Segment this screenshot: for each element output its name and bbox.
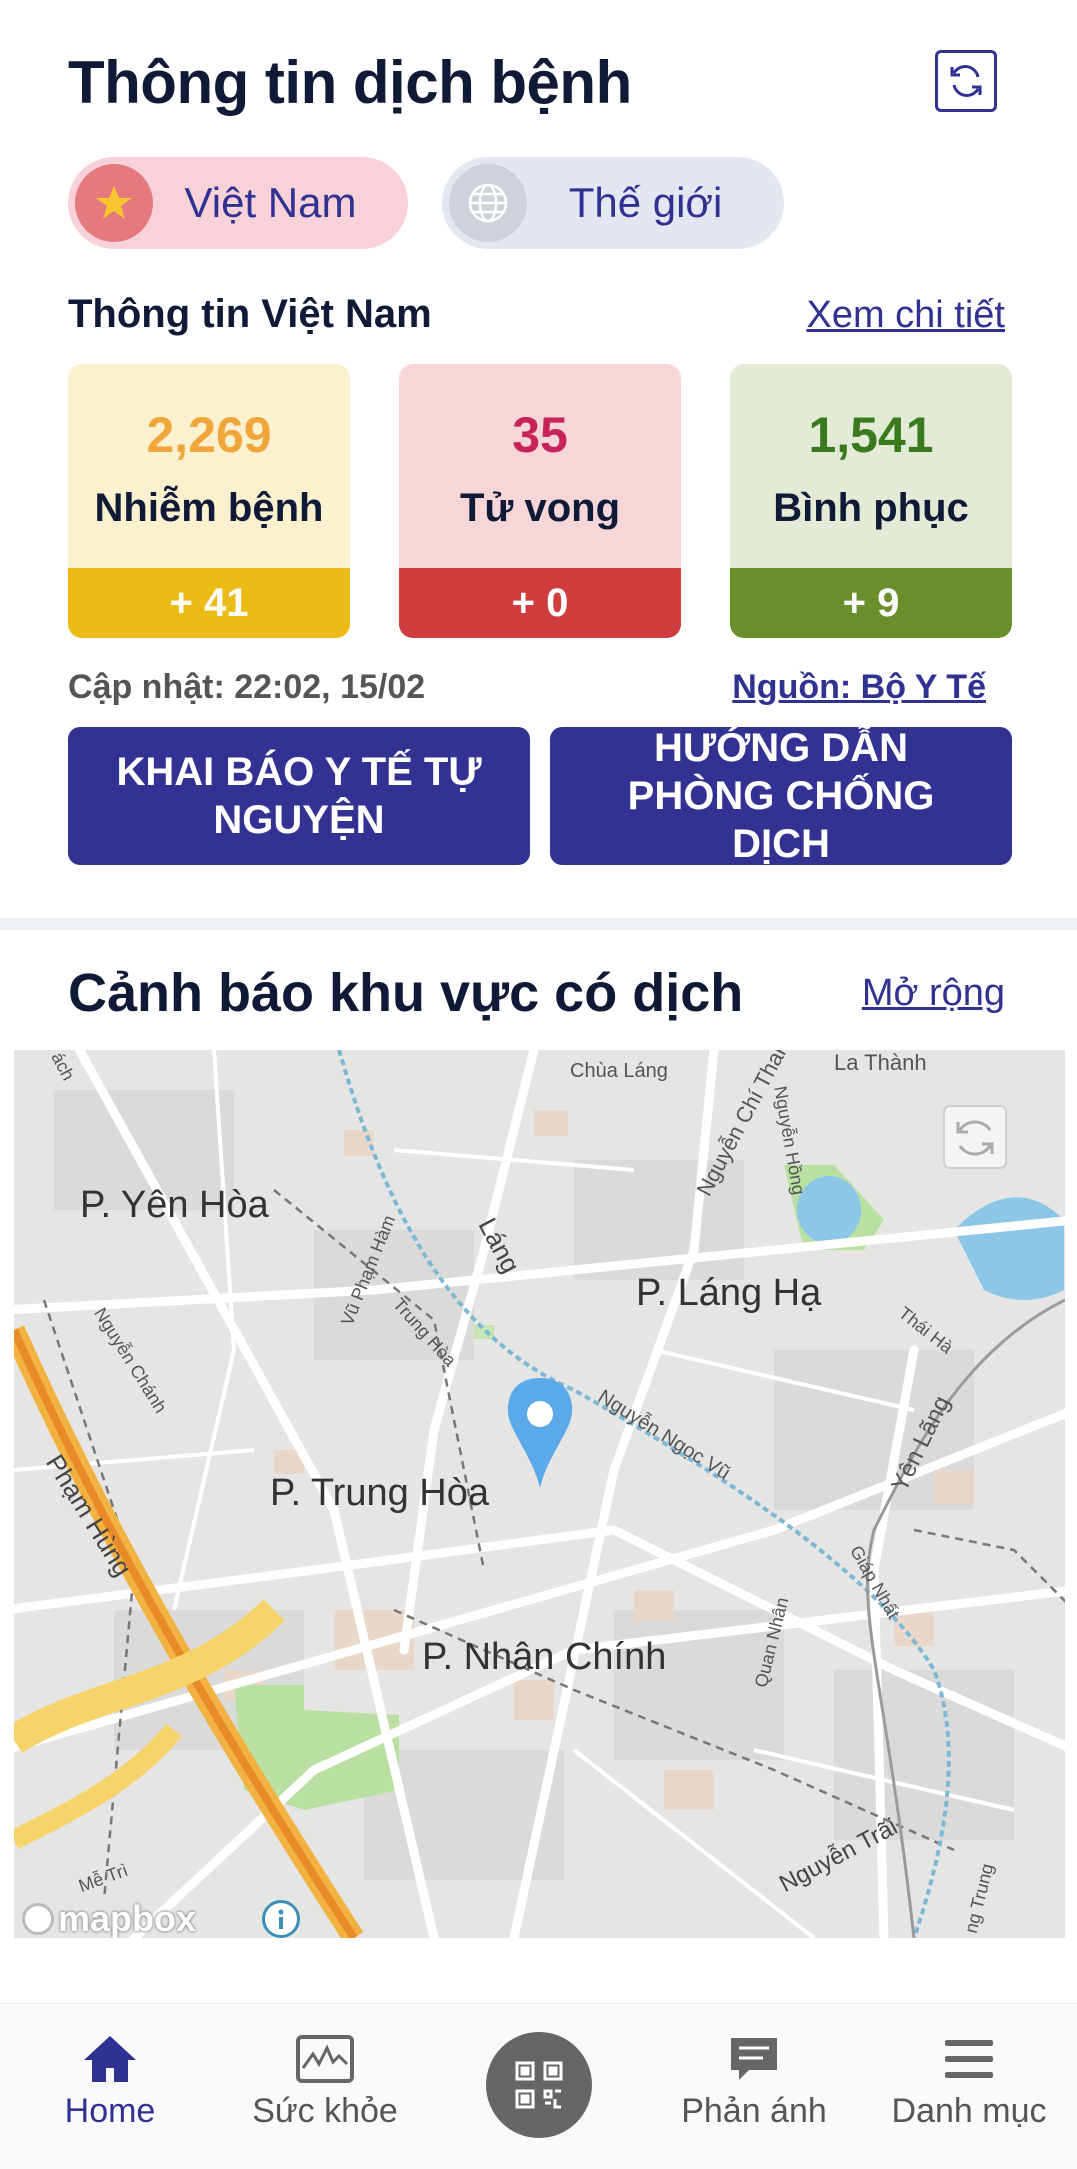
prevention-guide-button[interactable]: HƯỚNG DẪN PHÒNG CHỐNG DỊCH — [550, 726, 1012, 866]
district-label: P. Nhân Chính — [422, 1636, 667, 1678]
tab-world-label: Thế giới — [568, 179, 723, 226]
declare-health-button[interactable]: KHAI BÁO Y TẾ TỰ NGUYỆN — [68, 727, 530, 865]
stat-value: 2,269 — [146, 407, 272, 463]
nav-feedback[interactable]: Phản ánh — [654, 2034, 854, 2131]
alerts-title: Cảnh báo khu vực có dịch — [68, 963, 744, 1023]
stat-delta: + 9 — [730, 568, 1012, 638]
nav-home[interactable]: Home — [10, 2034, 210, 2131]
nav-label: Home — [64, 2092, 156, 2130]
stat-label: Tử vong — [459, 486, 621, 530]
nav-label: Danh mục — [891, 2092, 1047, 2130]
section-subtitle: Thông tin Việt Nam — [68, 292, 432, 336]
stat-card-recovered: 1,541 Bình phục + 9 — [730, 364, 1012, 638]
bottom-nav: Home Sức khỏe Phản ánh Danh mục — [0, 2003, 1077, 2169]
stat-value: 1,541 — [808, 407, 934, 463]
stat-label: Nhiễm bệnh — [94, 486, 324, 530]
refresh-button[interactable] — [935, 50, 997, 112]
nav-health[interactable]: Sức khỏe — [225, 2034, 425, 2131]
district-label: P. Láng Hạ — [636, 1272, 822, 1314]
mapbox-wordmark: mapbox — [58, 1898, 197, 1938]
district-label: P. Yên Hòa — [80, 1184, 269, 1226]
home-icon — [84, 2036, 136, 2082]
mapbox-logo-icon — [22, 1903, 54, 1935]
info-icon[interactable] — [262, 1900, 300, 1938]
stat-card-deaths: 35 Tử vong + 0 — [399, 364, 681, 638]
refresh-icon — [950, 65, 982, 97]
tab-world[interactable]: Thế giới — [442, 157, 784, 249]
section-divider — [0, 918, 1077, 930]
mapbox-attribution: mapbox — [22, 1898, 196, 1938]
tab-vietnam[interactable]: Việt Nam — [68, 157, 408, 249]
stat-card-infected: 2,269 Nhiễm bệnh + 41 — [68, 364, 350, 638]
health-icon — [296, 2035, 354, 2083]
menu-icon — [945, 2040, 993, 2078]
expand-link[interactable]: Mở rộng — [862, 972, 1005, 1015]
street-label: Chùa Láng — [570, 1060, 668, 1082]
feedback-icon — [731, 2038, 777, 2080]
district-label: P. Trung Hòa — [270, 1472, 490, 1514]
stat-delta: + 41 — [68, 568, 350, 638]
qr-code-icon — [515, 2061, 563, 2109]
stat-delta: + 0 — [399, 568, 681, 638]
update-time: Cập nhật: 22:02, 15/02 — [68, 668, 426, 706]
street-label: La Thành — [834, 1050, 927, 1075]
star-icon — [75, 164, 153, 242]
nav-label: Sức khỏe — [252, 2092, 398, 2130]
detail-link[interactable]: Xem chi tiết — [806, 294, 1005, 337]
page-title: Thông tin dịch bệnh — [68, 49, 632, 116]
tab-vietnam-label: Việt Nam — [184, 179, 357, 226]
stat-label: Bình phục — [773, 486, 969, 530]
nav-menu[interactable]: Danh mục — [869, 2034, 1069, 2131]
outbreak-map[interactable]: P. Yên Hòa P. Láng Hạ P. Trung Hòa P. Nh… — [14, 1050, 1065, 1938]
globe-icon — [449, 164, 527, 242]
stat-value: 35 — [512, 407, 568, 463]
source-link[interactable]: Nguồn: Bộ Y Tế — [732, 668, 986, 707]
qr-scan-button[interactable] — [486, 2032, 592, 2138]
nav-label: Phản ánh — [681, 2092, 827, 2130]
